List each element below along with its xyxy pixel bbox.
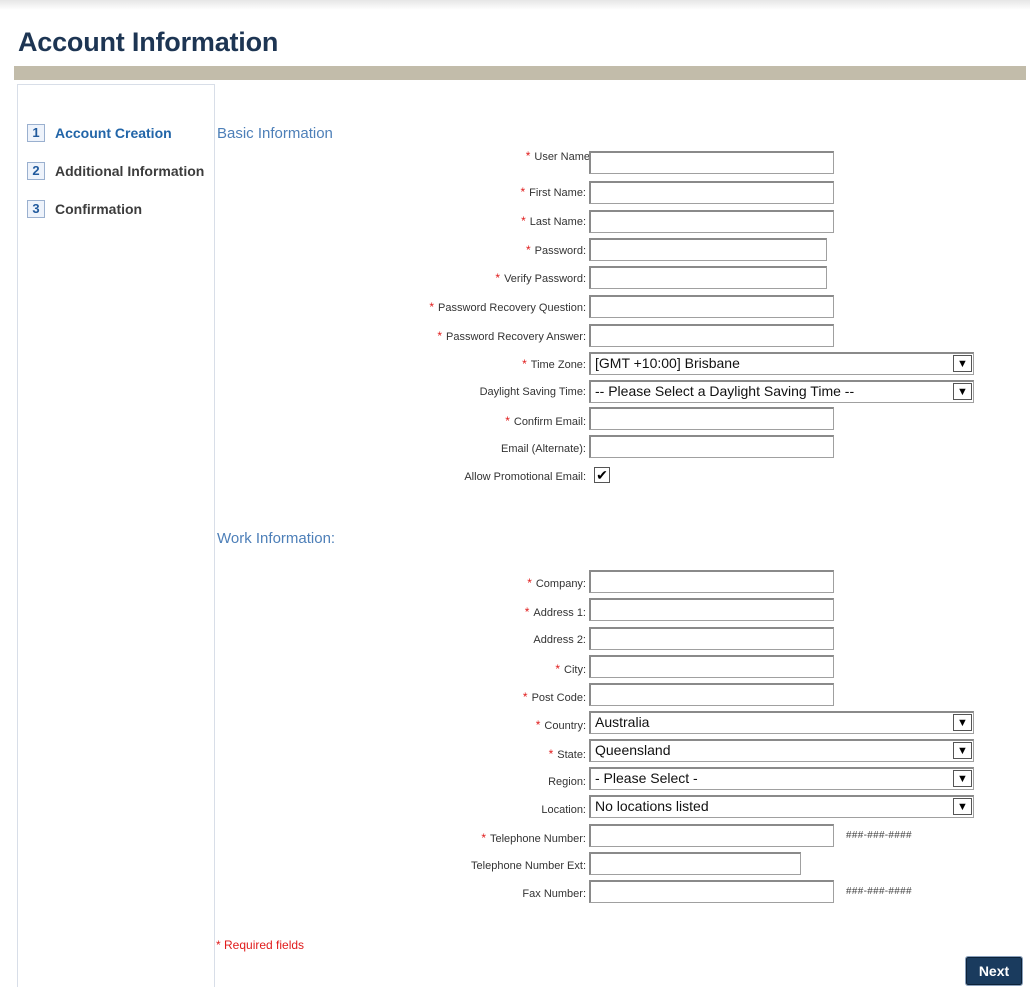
telephone-label: * Telephone Number: — [481, 831, 586, 845]
required-asterisk: * — [522, 690, 528, 704]
country-select[interactable]: Australia ▼ — [589, 711, 974, 734]
required-asterisk: * — [505, 414, 510, 428]
address1-label: * Address 1: — [524, 605, 586, 619]
required-asterisk: * — [525, 149, 531, 163]
state-value: Queensland — [595, 742, 671, 758]
required-asterisk: * — [522, 357, 527, 371]
chevron-down-icon[interactable]: ▼ — [953, 742, 972, 759]
recovery-question-input[interactable] — [589, 295, 834, 318]
user-name-label: * User Name — [525, 149, 590, 163]
first-name-label: * First Name: — [520, 185, 586, 199]
region-value: - Please Select - — [595, 770, 698, 786]
confirm-email-input[interactable] — [589, 407, 834, 430]
step-number: 1 — [27, 124, 45, 142]
chevron-down-icon[interactable]: ▼ — [953, 355, 972, 372]
user-name-input[interactable] — [589, 151, 834, 174]
telephone-ext-input[interactable] — [589, 852, 801, 875]
first-name-input[interactable] — [589, 181, 834, 204]
state-select[interactable]: Queensland ▼ — [589, 739, 974, 762]
location-label: Location: — [541, 804, 586, 816]
required-asterisk: * — [555, 662, 560, 676]
address2-input[interactable] — [589, 627, 834, 650]
fax-label: Fax Number: — [522, 888, 586, 900]
email-alternate-label: Email (Alternate): — [501, 443, 586, 455]
chevron-down-icon[interactable]: ▼ — [953, 714, 972, 731]
company-input[interactable] — [589, 570, 834, 593]
checkmark-icon: ✔ — [596, 467, 608, 483]
required-asterisk: * — [481, 831, 486, 845]
required-asterisk: * — [429, 300, 435, 314]
recovery-answer-input[interactable] — [589, 324, 834, 347]
required-asterisk: * — [520, 185, 526, 199]
fax-input[interactable] — [589, 880, 834, 903]
daylight-saving-value: -- Please Select a Daylight Saving Time … — [595, 383, 855, 399]
telephone-input[interactable] — [589, 824, 834, 847]
daylight-saving-select[interactable]: -- Please Select a Daylight Saving Time … — [589, 380, 974, 403]
section-title-work: Work Information: — [217, 530, 336, 547]
company-label: * Company: — [527, 576, 586, 590]
daylight-saving-label: Daylight Saving Time: — [479, 386, 586, 398]
telephone-format-hint: ###-###-#### — [846, 830, 912, 841]
telephone-ext-label: Telephone Number Ext: — [471, 860, 586, 872]
time-zone-select[interactable]: [GMT +10:00] Brisbane ▼ — [589, 352, 974, 375]
allow-promo-email-checkbox[interactable]: ✔ — [594, 467, 610, 483]
region-select[interactable]: - Please Select - ▼ — [589, 767, 974, 790]
required-asterisk: * — [548, 747, 554, 761]
required-asterisk: * — [527, 576, 532, 590]
step-label: Additional Information — [55, 163, 205, 179]
required-asterisk: * — [437, 329, 442, 343]
recovery-question-label: * Password Recovery Question: — [429, 300, 586, 314]
step-number: 3 — [27, 200, 45, 218]
city-label: * City: — [555, 662, 586, 676]
page-title: Account Information — [18, 27, 279, 57]
city-input[interactable] — [589, 655, 834, 678]
section-title-basic: Basic Information — [217, 125, 333, 142]
country-value: Australia — [595, 714, 650, 730]
password-input[interactable] — [589, 238, 827, 261]
state-label: * State: — [548, 747, 586, 761]
chevron-down-icon[interactable]: ▼ — [953, 798, 972, 815]
step-navigation: 1 Account Creation 2 Additional Informat… — [17, 84, 215, 987]
last-name-label: * Last Name: — [521, 214, 586, 228]
required-asterisk: * — [521, 214, 526, 228]
address2-label: Address 2: — [533, 634, 586, 646]
location-select[interactable]: No locations listed ▼ — [589, 795, 974, 818]
chevron-down-icon[interactable]: ▼ — [953, 383, 972, 400]
country-label: * Country: — [535, 718, 586, 732]
post-code-input[interactable] — [589, 683, 834, 706]
post-code-label: * Post Code: — [522, 690, 586, 704]
step-label: Confirmation — [55, 201, 143, 217]
time-zone-label: * Time Zone: — [522, 357, 586, 371]
chevron-down-icon[interactable]: ▼ — [953, 770, 972, 787]
recovery-answer-label: * Password Recovery Answer: — [437, 329, 586, 343]
step-confirmation[interactable]: 3 Confirmation — [27, 199, 142, 219]
title-divider-bar — [14, 66, 1026, 80]
allow-promo-email-label: Allow Promotional Email: — [464, 471, 586, 483]
confirm-email-label: * Confirm Email: — [505, 414, 586, 428]
required-asterisk: * — [495, 271, 501, 285]
required-asterisk: * — [524, 605, 530, 619]
step-number: 2 — [27, 162, 45, 180]
email-alternate-input[interactable] — [589, 435, 834, 458]
top-shadow — [0, 0, 1030, 10]
step-additional-information[interactable]: 2 Additional Information — [27, 161, 204, 181]
required-asterisk: * — [535, 718, 541, 732]
step-label: Account Creation — [55, 125, 172, 141]
step-account-creation[interactable]: 1 Account Creation — [27, 123, 172, 143]
verify-password-label: * Verify Password: — [495, 271, 586, 285]
address1-input[interactable] — [589, 598, 834, 621]
next-button[interactable]: Next — [965, 956, 1023, 986]
password-label: * Password: — [525, 243, 586, 257]
location-value: No locations listed — [595, 798, 709, 814]
region-label: Region: — [548, 776, 586, 788]
time-zone-value: [GMT +10:00] Brisbane — [595, 355, 740, 371]
fax-format-hint: ###-###-#### — [846, 886, 912, 897]
required-asterisk: * — [525, 243, 531, 257]
required-fields-note: * Required fields — [216, 938, 305, 952]
verify-password-input[interactable] — [589, 266, 827, 289]
last-name-input[interactable] — [589, 210, 834, 233]
